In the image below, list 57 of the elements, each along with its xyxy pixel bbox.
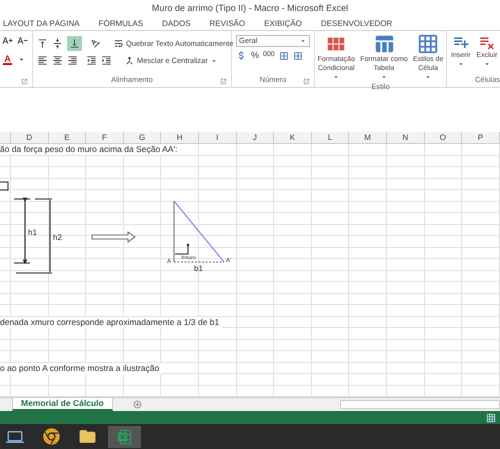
dimension-label: b1: [194, 264, 203, 273]
middle-align-icon[interactable]: [52, 38, 63, 49]
column-header[interactable]: K: [274, 132, 312, 143]
column-header[interactable]: I: [198, 132, 237, 143]
wall-shape: [0, 182, 8, 190]
increase-indent-icon[interactable]: [101, 55, 112, 66]
column-header[interactable]: D: [11, 132, 49, 143]
decrease-font-icon[interactable]: [17, 35, 28, 46]
percent-button[interactable]: %: [251, 48, 260, 62]
cell-text: o ao ponto A conforme mostra a ilustração: [0, 362, 162, 374]
dimension-label: h1: [28, 228, 37, 237]
font-color-icon[interactable]: [2, 54, 13, 65]
decrease-decimal-icon[interactable]: [292, 50, 303, 60]
align-center-icon[interactable]: [52, 55, 63, 66]
add-sheet-icon[interactable]: [132, 398, 142, 411]
dialog-launcher-icon[interactable]: [21, 78, 28, 85]
column-header[interactable]: E: [48, 132, 86, 143]
ribbon-tab[interactable]: DESENVOLVEDOR: [320, 18, 392, 30]
bottom-align-icon: [69, 38, 80, 49]
cell-text: denada xmuro corresponde aproximadamente a 1/3 de b1: [0, 316, 222, 328]
column-header[interactable]: O: [424, 132, 462, 143]
column-header[interactable]: G: [124, 132, 162, 143]
window-title: Muro de arrimo (Tipo II) - Macro - Microsoft Excel: [152, 2, 348, 15]
normal-view-icon[interactable]: [486, 412, 496, 422]
text-orientation-icon[interactable]: [90, 38, 101, 49]
dimension-label: h2: [53, 233, 62, 242]
ribbon-tab[interactable]: EXIBIÇÃO: [264, 18, 302, 30]
column-header[interactable]: M: [349, 132, 387, 143]
hollow-arrow: [92, 231, 136, 243]
align-right-icon[interactable]: [67, 55, 78, 66]
style-gallery-icon: [417, 33, 440, 55]
column-header[interactable]: P: [462, 132, 500, 143]
column-header[interactable]: L: [312, 132, 350, 143]
decrease-indent-icon[interactable]: [86, 55, 97, 66]
cell-text: ão da força peso do muro acima da Seção AA':: [0, 144, 180, 155]
column-header[interactable]: N: [386, 132, 425, 143]
dialog-launcher-icon[interactable]: [220, 78, 227, 85]
column-header[interactable]: F: [86, 132, 124, 143]
triangle-hypotenuse: [174, 200, 224, 262]
centroid-marker: [174, 244, 190, 254]
ribbon-tab[interactable]: DADOS: [162, 18, 191, 30]
sheet-tab[interactable]: Memorial de Cálculo: [12, 398, 113, 411]
ribbon-tab[interactable]: LAYOUT DA PÁGINA: [3, 18, 80, 30]
column-header[interactable]: J: [236, 132, 274, 143]
ribbon-tab[interactable]: FÓRMULAS: [98, 18, 144, 30]
column-header[interactable]: H: [161, 132, 199, 143]
spreadsheet-app-icon[interactable]: [108, 426, 141, 448]
horizontal-scrollbar[interactable]: [340, 400, 500, 409]
increase-font-icon[interactable]: [2, 35, 13, 46]
wrap-text-icon: [113, 38, 124, 49]
merge-icon: [124, 55, 135, 66]
bottom-align-button[interactable]: [67, 36, 82, 51]
ribbon-tab[interactable]: REVISÃO: [210, 18, 246, 30]
top-align-icon[interactable]: [37, 38, 48, 49]
align-left-icon[interactable]: [37, 55, 48, 66]
dialog-launcher-icon[interactable]: [303, 78, 310, 85]
increase-decimal-icon[interactable]: [278, 50, 289, 60]
